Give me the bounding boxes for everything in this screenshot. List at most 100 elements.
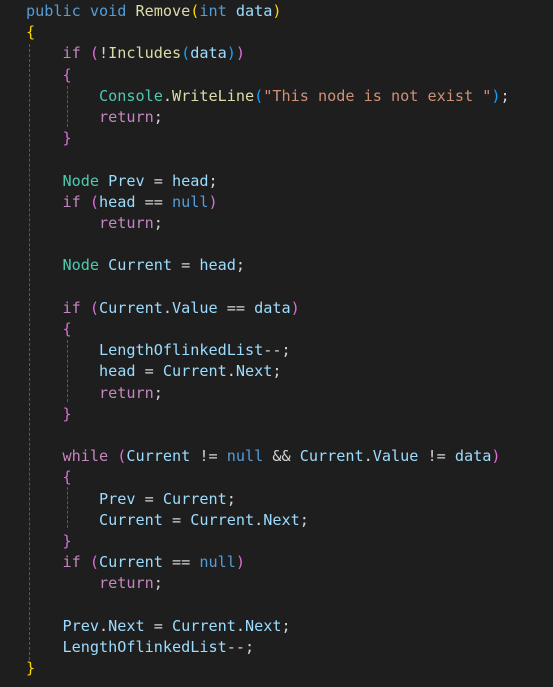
code-token: . [226,362,236,381]
code-token: ) [235,44,245,63]
code-token: ; [226,489,236,508]
code-line-24: Prev = Current; [26,489,236,510]
code-token: ( [89,192,99,211]
code-token: ) [290,298,300,317]
code-line-22: while (Current != null && Current.Value … [26,446,501,467]
code-token: data [454,447,492,466]
code-token: . [162,86,172,105]
code-line-30: Prev.Next = Current.Next; [26,616,291,637]
code-token: Current [108,256,172,275]
code-line-15: if (Current.Value == data) [26,298,300,319]
code-token: ! [99,44,109,63]
code-token: head [172,171,209,190]
code-token: LengthOflinkedList [99,341,264,360]
code-token: Node [62,171,109,190]
code-line-28: return; [26,573,163,594]
code-token: if [62,553,90,572]
code-token: ; [272,362,282,381]
code-token: ( [181,44,191,63]
code-token: Next [108,616,145,635]
code-token: ; [235,256,245,275]
code-token: head [199,256,236,275]
code-token: ) [272,2,282,20]
code-token: Next [245,616,282,635]
code-token: Current [99,510,163,529]
code-token: && [263,447,300,466]
code-line-23: { [26,467,72,488]
code-line-26: } [26,531,72,552]
code-token: ) [235,553,245,572]
code-token: Remove [135,2,191,20]
code-token: --; [226,638,255,656]
code-token: = [135,362,163,381]
code-token: while [62,447,118,466]
code-line-31: LengthOflinkedList--; [26,637,255,658]
code-token: "This node is not exist " [263,86,492,105]
code-token: Current [299,447,364,466]
code-token: if [62,298,90,317]
code-token: return [99,108,154,126]
code-token: Current [172,616,236,635]
code-line-25: Current = Current.Next; [26,510,309,531]
code-line-9: Node Prev = head; [26,171,218,192]
code-token: ( [254,86,264,105]
code-line-1: public void Remove(int data) [26,1,282,22]
code-token: = [144,171,172,190]
code-token: . [162,298,172,317]
code-token: ; [153,214,163,232]
code-token: if [62,44,90,63]
code-token: ; [500,86,510,105]
code-token: ; [208,171,218,190]
code-token: Value [372,447,419,466]
code-token: { [62,320,72,338]
code-token: return [99,574,154,593]
code-token: ; [281,616,291,635]
code-token: ( [117,447,127,466]
code-token: ; [153,108,163,126]
code-token: return [99,214,154,232]
code-token: Current [162,362,227,381]
code-token: return [99,383,154,402]
code-token: Value [172,298,218,317]
code-token: --; [263,341,291,360]
code-token: if [62,192,90,211]
code-token: LengthOflinkedList [62,638,227,656]
code-token: { [26,23,36,42]
code-token: ( [89,44,99,63]
code-token: . [99,616,109,635]
code-token: = [135,489,163,508]
code-token: . [363,447,373,466]
code-line-10: if (head == null) [26,192,218,213]
code-token: public [26,2,90,20]
code-token: = [162,510,191,529]
code-line-2: { [26,22,35,43]
code-token: Current [99,553,163,572]
code-line-16: { [26,319,72,340]
code-line-32: } [26,658,35,679]
code-token: null [199,553,236,572]
code-token: { [62,65,72,84]
code-token: null [226,447,264,466]
code-token: = [172,256,200,275]
code-token: = [144,616,172,635]
code-token: != [190,447,227,466]
code-token: ; [299,510,309,529]
code-editor[interactable]: public void Remove(int data){ if (!Inclu… [0,0,553,687]
code-token: ( [89,553,99,572]
code-token: ; [153,383,163,402]
code-token: data [235,2,273,20]
code-token: head [99,192,136,211]
code-line-13: Node Current = head; [26,255,246,276]
